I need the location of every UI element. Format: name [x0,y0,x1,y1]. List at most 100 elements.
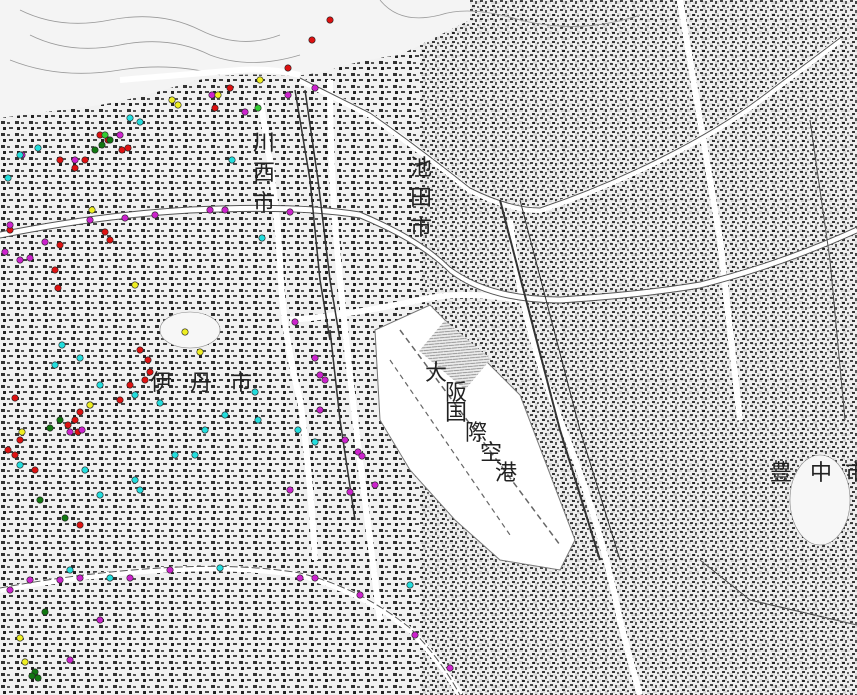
yellow-marker[interactable] [256,76,264,84]
cyan-marker[interactable] [76,354,84,362]
red-marker[interactable] [146,368,154,376]
yellow-marker[interactable] [86,401,94,409]
red-marker[interactable] [126,381,134,389]
magenta-marker[interactable] [296,574,304,582]
cyan-marker[interactable] [254,416,262,424]
magenta-marker[interactable] [311,574,319,582]
red-marker[interactable] [16,436,24,444]
red-marker[interactable] [211,104,219,112]
cyan-marker[interactable] [191,451,199,459]
red-marker[interactable] [118,146,126,154]
cyan-marker[interactable] [96,491,104,499]
red-marker[interactable] [51,266,59,274]
magenta-marker[interactable] [358,452,366,460]
magenta-marker[interactable] [371,481,379,489]
magenta-marker[interactable] [86,216,94,224]
green-marker[interactable] [34,674,42,682]
cyan-marker[interactable] [156,399,164,407]
yellow-marker[interactable] [181,328,189,336]
yellow-marker[interactable] [168,96,176,104]
cyan-marker[interactable] [4,174,12,182]
magenta-marker[interactable] [356,591,364,599]
cyan-marker[interactable] [16,461,24,469]
yellow-marker[interactable] [131,281,139,289]
cyan-marker[interactable] [311,438,319,446]
cyan-marker[interactable] [96,381,104,389]
magenta-marker[interactable] [96,616,104,624]
lime-marker[interactable] [254,104,262,112]
magenta-marker[interactable] [311,84,319,92]
magenta-marker[interactable] [6,221,14,229]
magenta-marker[interactable] [26,576,34,584]
green-marker[interactable] [61,514,69,522]
cyan-marker[interactable] [66,566,74,574]
cyan-marker[interactable] [251,388,259,396]
green-marker[interactable] [36,496,44,504]
yellow-marker[interactable] [88,206,96,214]
magenta-marker[interactable] [6,586,14,594]
cyan-marker[interactable] [171,451,179,459]
cyan-marker[interactable] [294,426,302,434]
magenta-marker[interactable] [241,108,249,116]
magenta-marker[interactable] [121,214,129,222]
cyan-marker[interactable] [131,391,139,399]
magenta-marker[interactable] [78,426,86,434]
red-marker[interactable] [144,356,152,364]
cyan-marker[interactable] [216,564,224,572]
magenta-marker[interactable] [16,256,24,264]
red-marker[interactable] [116,396,124,404]
magenta-marker[interactable] [66,656,74,664]
cyan-marker[interactable] [106,574,114,582]
magenta-marker[interactable] [311,354,319,362]
magenta-marker[interactable] [126,574,134,582]
red-marker[interactable] [71,164,79,172]
red-marker[interactable] [11,451,19,459]
cyan-marker[interactable] [228,156,236,164]
yellow-marker[interactable] [196,348,204,356]
cyan-marker[interactable] [258,234,266,242]
cyan-marker[interactable] [126,114,134,122]
green-marker[interactable] [98,141,106,149]
magenta-marker[interactable] [151,211,159,219]
green-marker[interactable] [46,424,54,432]
magenta-marker[interactable] [1,248,9,256]
cyan-marker[interactable] [34,144,42,152]
magenta-marker[interactable] [41,238,49,246]
magenta-marker[interactable] [76,574,84,582]
yellow-marker[interactable] [21,658,29,666]
magenta-marker[interactable] [66,428,74,436]
magenta-marker[interactable] [346,488,354,496]
red-marker[interactable] [308,36,316,44]
magenta-marker[interactable] [411,631,419,639]
red-marker[interactable] [56,241,64,249]
cyan-marker[interactable] [136,118,144,126]
cyan-marker[interactable] [406,581,414,589]
magenta-marker[interactable] [286,208,294,216]
red-marker[interactable] [71,416,79,424]
cyan-marker[interactable] [221,411,229,419]
magenta-marker[interactable] [446,664,454,672]
cyan-marker[interactable] [81,466,89,474]
cyan-marker[interactable] [201,426,209,434]
red-marker[interactable] [326,16,334,24]
red-marker[interactable] [31,466,39,474]
magenta-marker[interactable] [208,91,216,99]
magenta-marker[interactable] [221,206,229,214]
red-marker[interactable] [76,521,84,529]
magenta-marker[interactable] [116,131,124,139]
cyan-marker[interactable] [136,486,144,494]
green-marker[interactable] [28,672,36,680]
red-marker[interactable] [64,421,72,429]
cyan-marker[interactable] [16,151,24,159]
red-marker[interactable] [124,144,132,152]
cyan-marker[interactable] [131,476,139,484]
red-marker[interactable] [56,156,64,164]
magenta-marker[interactable] [284,91,292,99]
magenta-marker[interactable] [341,436,349,444]
topographic-map[interactable]: 川 西 市 伊 丹 市 池 田 市 豊 中 市 大 阪 国 際 空 港 [0,0,857,695]
lime-marker[interactable] [101,131,109,139]
green-marker[interactable] [41,608,49,616]
red-marker[interactable] [76,408,84,416]
magenta-marker[interactable] [321,376,329,384]
red-marker[interactable] [11,394,19,402]
